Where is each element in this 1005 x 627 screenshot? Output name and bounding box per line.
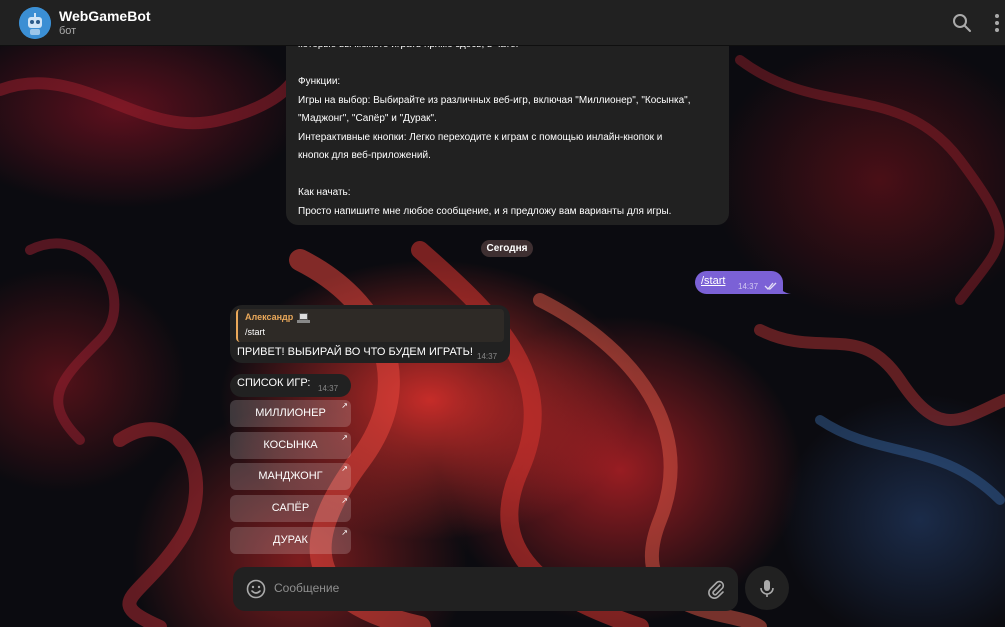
open-link-icon: ↗ [341, 401, 348, 410]
more-icon[interactable] [985, 11, 1005, 35]
mic-button[interactable] [745, 566, 789, 610]
outgoing-time: 14:37 [738, 282, 759, 291]
outgoing-text[interactable]: /start [701, 275, 725, 287]
game-button-mahjong[interactable]: МАНДЖОНГ ↗ [230, 463, 351, 490]
chat-title[interactable]: WebGameBot [59, 8, 151, 24]
read-checks-icon [764, 282, 777, 290]
attach-icon[interactable] [705, 578, 727, 600]
intro-line: Интерактивные кнопки: Легко переходите к… [298, 131, 663, 143]
intro-line: кнопок для веб-приложений. [298, 150, 431, 161]
intro-line: Просто напишите мне любое сообщение, и я… [298, 205, 672, 217]
intro-line: Как начать: [298, 187, 351, 198]
intro-line: Функции: [298, 76, 341, 87]
button-label: ДУРАК [273, 534, 308, 546]
intro-line: "Маджонг", "Сапёр" и "Дурак". [298, 113, 437, 124]
reply-text: ПРИВЕТ! ВЫБИРАЙ ВО ЧТО БУДЕМ ИГРАТЬ! [237, 346, 473, 358]
game-list-text: СПИСОК ИГР: [237, 377, 311, 389]
open-link-icon: ↗ [341, 433, 348, 442]
search-icon[interactable] [950, 11, 974, 35]
open-link-icon: ↗ [341, 496, 348, 505]
quote-author: Александр [245, 312, 294, 322]
game-button-durak[interactable]: ДУРАК ↗ [230, 527, 351, 554]
game-button-kosynka[interactable]: КОСЫНКА ↗ [230, 432, 351, 459]
bubble-tail [779, 285, 791, 294]
open-link-icon: ↗ [341, 464, 348, 473]
laptop-emoji-icon [297, 313, 310, 323]
open-link-icon: ↗ [341, 528, 348, 537]
game-button-saper[interactable]: САПЁР ↗ [230, 495, 351, 522]
quote-text: /start [245, 327, 266, 337]
date-separator: Сегодня [481, 240, 533, 257]
intro-line: Игры на выбор: Выбирайте из различных ве… [298, 94, 691, 106]
message-input[interactable] [274, 581, 694, 595]
intro-line [298, 55, 717, 74]
bot-intro-message: которые вы можете играть прямо здесь, в … [286, 30, 729, 225]
emoji-icon[interactable] [245, 578, 267, 600]
bot-avatar-icon[interactable] [19, 7, 51, 39]
button-label: МИЛЛИОНЕР [255, 407, 326, 419]
button-label: КОСЫНКА [263, 439, 318, 451]
button-label: МАНДЖОНГ [258, 470, 323, 482]
intro-line [298, 166, 717, 185]
mic-icon [760, 580, 774, 597]
game-list-time: 14:37 [318, 384, 339, 393]
button-label: САПЁР [271, 502, 310, 514]
reply-time: 14:37 [477, 352, 498, 361]
chat-subtitle: бот [59, 25, 77, 37]
game-button-millioner[interactable]: МИЛЛИОНЕР ↗ [230, 400, 351, 427]
